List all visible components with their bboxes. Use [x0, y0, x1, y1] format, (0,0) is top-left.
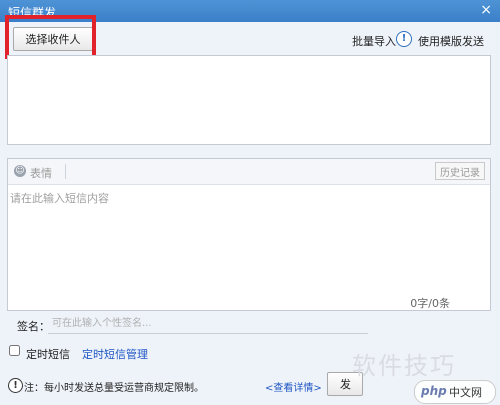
composer-toolbar: ☺ 表情 历史记录: [8, 159, 490, 185]
smiley-icon[interactable]: ☺: [14, 165, 26, 177]
watermark-cn: 中文网: [449, 386, 482, 399]
close-icon[interactable]: ×: [480, 2, 492, 18]
warning-icon: !: [8, 378, 23, 393]
message-composer: ☺ 表情 历史记录 0字/0条: [7, 158, 491, 311]
limit-note: 注：每小时发送总量受运营商规定限制。: [24, 383, 204, 394]
info-icon[interactable]: !: [396, 31, 412, 47]
recipients-field[interactable]: [7, 55, 491, 145]
watermark-text: 软件技巧: [352, 352, 456, 380]
batch-import-link[interactable]: 批量导入: [352, 33, 396, 49]
signature-label: 签名：: [17, 320, 50, 333]
scheduled-sms-label[interactable]: 定时短信: [26, 346, 70, 362]
watermark-php: php: [421, 384, 447, 398]
toolbar-divider: [65, 164, 66, 179]
template-send-link[interactable]: 使用模版发送: [418, 33, 484, 49]
scheduled-sms-manage-link[interactable]: 定时短信管理: [82, 346, 148, 362]
signature-input[interactable]: [48, 314, 368, 334]
message-input[interactable]: [8, 186, 490, 286]
emoji-label[interactable]: 表情: [30, 165, 52, 181]
watermark-badge: php 中文网: [414, 380, 496, 404]
view-details-link[interactable]: <查看详情>: [265, 379, 322, 394]
highlight-annotation: [5, 15, 96, 59]
char-count: 0字/0条: [410, 297, 450, 310]
scheduled-sms-checkbox[interactable]: [9, 345, 20, 356]
history-button[interactable]: 历史记录: [435, 162, 485, 180]
